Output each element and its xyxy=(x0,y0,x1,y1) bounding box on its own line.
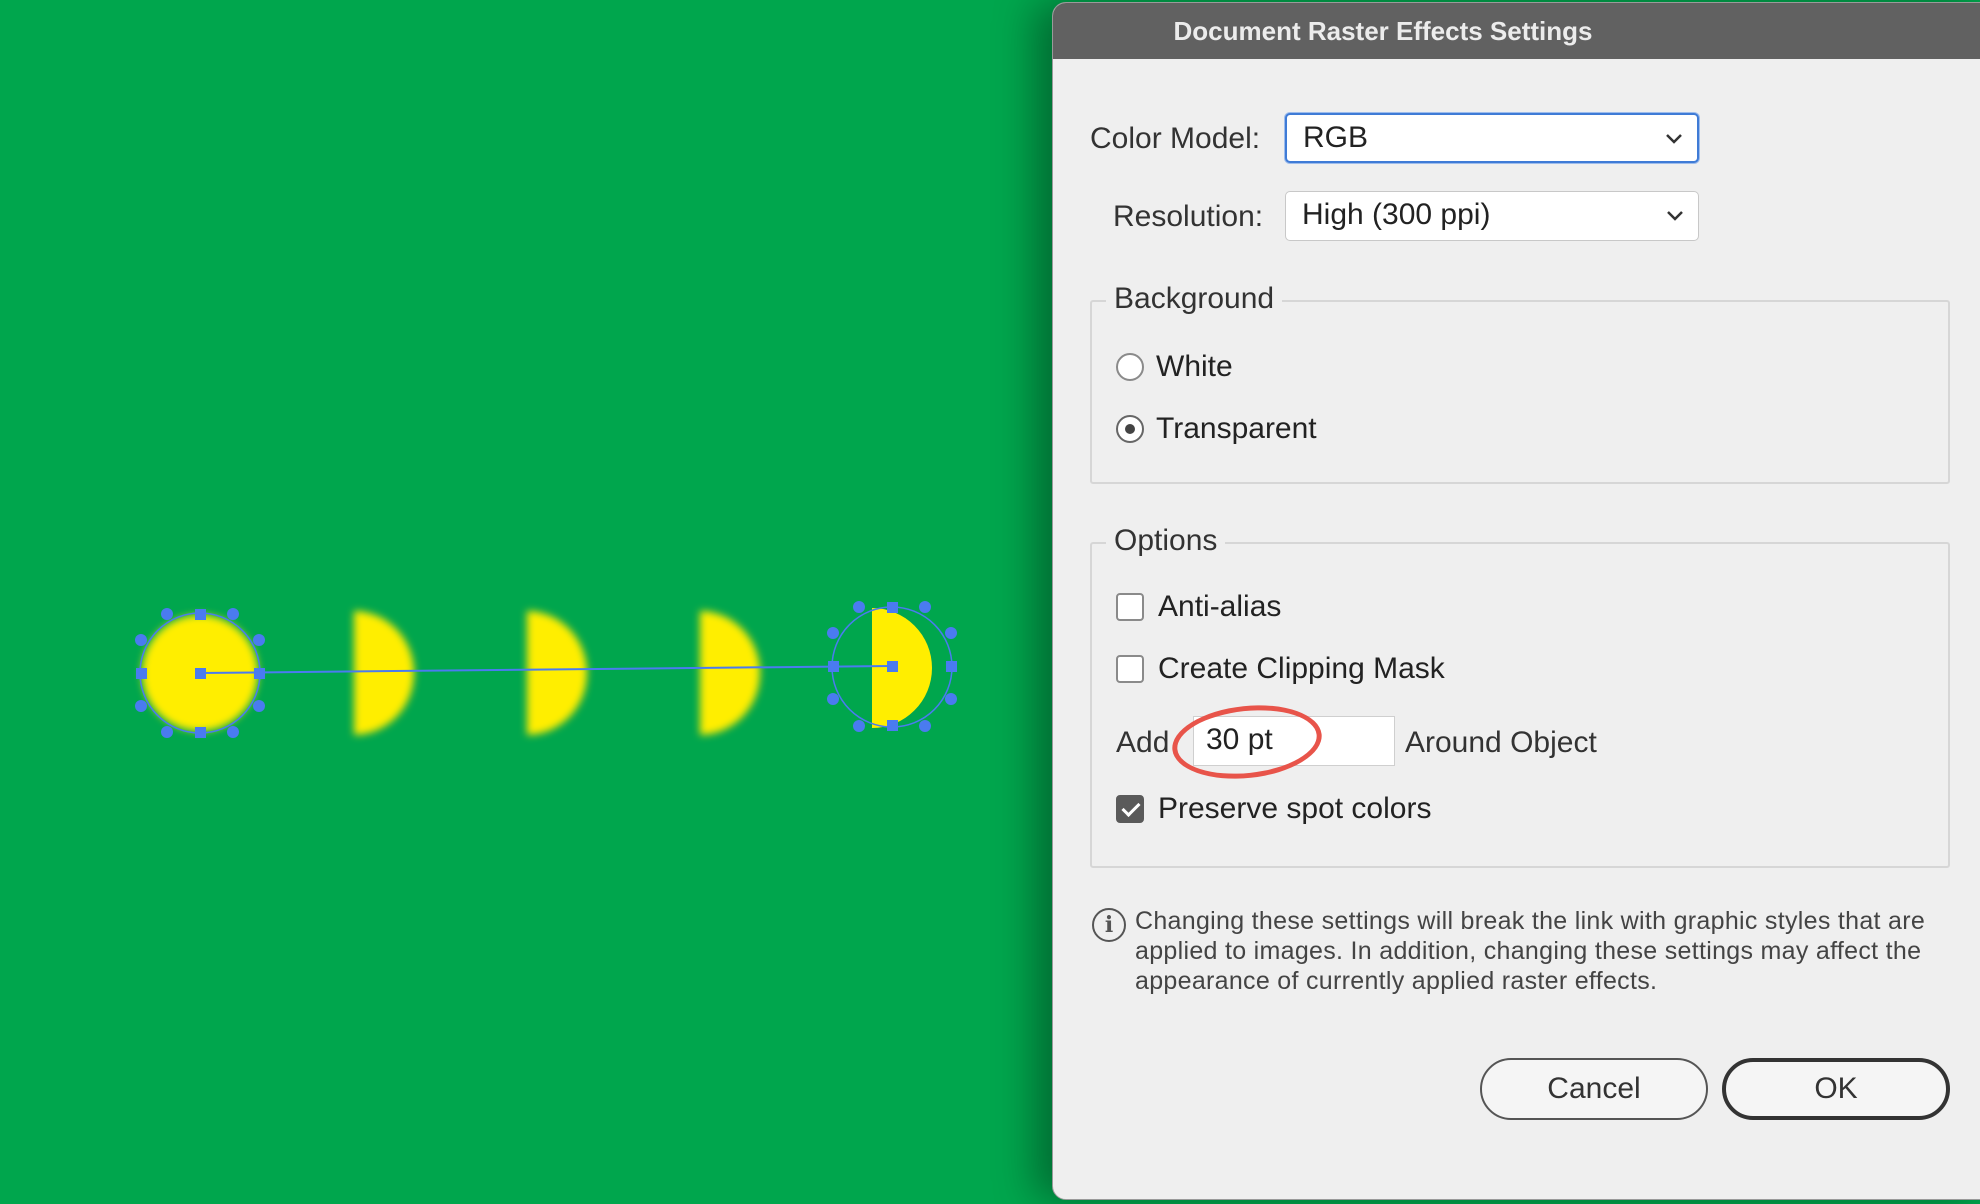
blend-step-2 xyxy=(527,611,587,735)
anti-alias-option[interactable]: Anti-alias xyxy=(1116,590,1281,624)
radio-transparent-label: Transparent xyxy=(1156,412,1317,445)
preserve-spot-checkbox[interactable] xyxy=(1116,795,1144,823)
info-icon: i xyxy=(1092,908,1126,942)
color-model-label: Color Model: xyxy=(1090,122,1261,155)
artboard-canvas[interactable] xyxy=(0,0,1060,1204)
around-object-label: Around Object xyxy=(1405,726,1597,759)
radio-white-button[interactable] xyxy=(1116,353,1144,381)
resolution-label: Resolution: xyxy=(1113,200,1264,233)
add-around-input[interactable]: 30 pt xyxy=(1193,716,1395,766)
options-legend: Options xyxy=(1106,524,1226,558)
resolution-select[interactable]: High (300 ppi) xyxy=(1285,191,1699,241)
blend-end-halfcircle[interactable] xyxy=(872,608,932,728)
radio-transparent-button[interactable] xyxy=(1116,415,1144,443)
radio-white-label: White xyxy=(1156,350,1233,383)
anti-alias-checkbox[interactable] xyxy=(1116,593,1144,621)
anti-alias-label: Anti-alias xyxy=(1158,590,1282,623)
preserve-spot-label: Preserve spot colors xyxy=(1158,792,1432,825)
clipping-mask-label: Create Clipping Mask xyxy=(1158,652,1445,685)
clipping-mask-checkbox[interactable] xyxy=(1116,655,1144,683)
ok-button[interactable]: OK xyxy=(1722,1058,1950,1120)
clipping-mask-option[interactable]: Create Clipping Mask xyxy=(1116,652,1445,686)
radio-transparent[interactable]: Transparent xyxy=(1116,412,1317,446)
add-label: Add xyxy=(1116,726,1170,759)
dialog-title: Document Raster Effects Settings xyxy=(1173,15,1593,46)
info-note: Changing these settings will break the l… xyxy=(1135,907,1926,995)
radio-white[interactable]: White xyxy=(1116,350,1233,384)
chevron-down-icon xyxy=(1667,211,1683,221)
preserve-spot-option[interactable]: Preserve spot colors xyxy=(1116,792,1431,826)
resolution-value: High (300 ppi) xyxy=(1302,198,1491,231)
blend-artwork[interactable] xyxy=(0,0,1060,1204)
background-legend: Background xyxy=(1106,282,1283,316)
chevron-down-icon xyxy=(1666,134,1682,144)
dialog-titlebar[interactable]: Document Raster Effects Settings xyxy=(1053,3,1980,59)
cancel-button[interactable]: Cancel xyxy=(1480,1058,1708,1120)
background-group xyxy=(1090,300,1950,484)
blend-step-3 xyxy=(700,611,760,735)
color-model-value: RGB xyxy=(1303,121,1369,154)
color-model-select[interactable]: RGB xyxy=(1285,113,1699,163)
blend-step-1 xyxy=(354,611,414,735)
